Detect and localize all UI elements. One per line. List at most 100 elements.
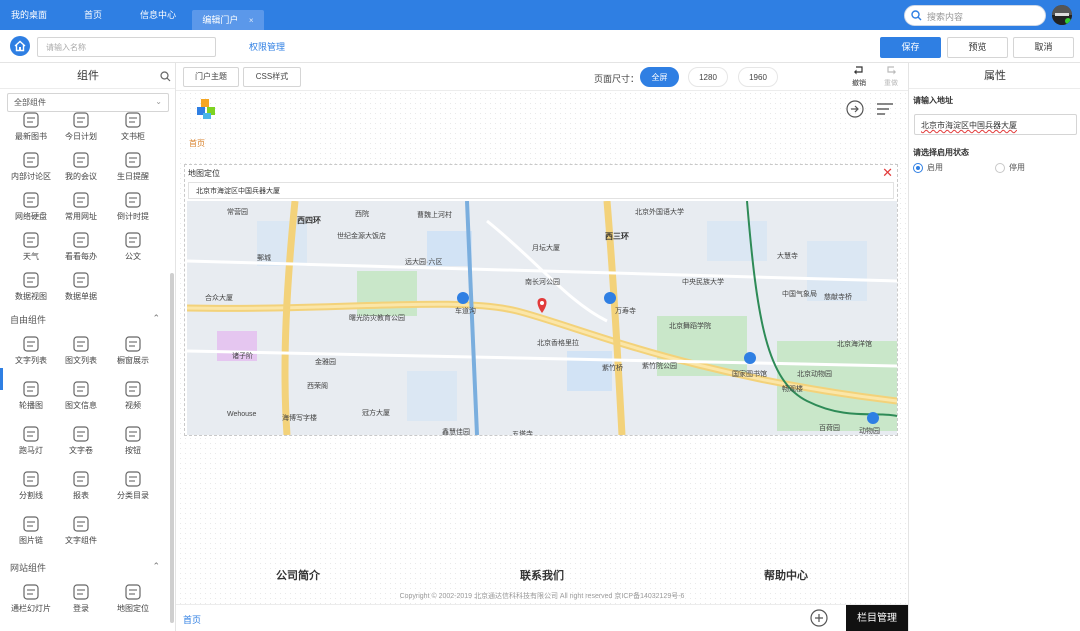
map-label: 中国气象局 bbox=[782, 291, 817, 298]
cancel-button[interactable]: 取消 bbox=[1013, 37, 1074, 58]
component-plan[interactable]: 今日计划 bbox=[58, 111, 104, 142]
save-button[interactable]: 保存 bbox=[880, 37, 941, 58]
component-video[interactable]: 视频 bbox=[110, 380, 156, 411]
left-panel-scrollbar[interactable] bbox=[170, 273, 174, 623]
component-book[interactable]: 最新图书 bbox=[8, 111, 54, 142]
tab-home[interactable]: 首页 bbox=[70, 0, 116, 30]
component-category-select[interactable]: 全部组件 ⌄ bbox=[7, 93, 169, 112]
footer-link-help[interactable]: 帮助中心 bbox=[764, 567, 808, 583]
footer-link-contact[interactable]: 联系我们 bbox=[520, 567, 564, 583]
undo-label: 撤销 bbox=[852, 80, 866, 87]
portal-name-input[interactable]: 请输入名称 bbox=[37, 37, 216, 57]
map-label: 万寿寺 bbox=[615, 308, 636, 315]
tab-edit-portal[interactable]: 编辑门户 × bbox=[192, 10, 264, 30]
component-grid[interactable]: 数据视图 bbox=[8, 271, 54, 302]
preview-button[interactable]: 预览 bbox=[947, 37, 1008, 58]
component-button[interactable]: 按钮 bbox=[110, 425, 156, 456]
tab-close-icon[interactable]: × bbox=[249, 16, 254, 25]
component-list[interactable]: 文字列表 bbox=[8, 335, 54, 366]
free-components-header[interactable]: 自由组件 ⌃ bbox=[10, 313, 160, 326]
component-label: 文字卷 bbox=[69, 446, 93, 455]
component-cake[interactable]: 生日提醒 bbox=[110, 151, 156, 182]
bottom-home-link[interactable]: 首页 bbox=[183, 613, 201, 626]
component-text[interactable]: 文字组件 bbox=[58, 515, 104, 546]
close-icon[interactable]: ✕ bbox=[882, 166, 893, 179]
component-meeting[interactable]: 我的会议 bbox=[58, 151, 104, 182]
map-label: 五塔寺 bbox=[512, 431, 533, 435]
permission-management-link[interactable]: 权限管理 bbox=[249, 40, 285, 53]
component-catalog[interactable]: 分类目录 bbox=[110, 470, 156, 501]
component-todo[interactable]: 看看每办 bbox=[58, 231, 104, 262]
redo-label: 重做 bbox=[884, 80, 898, 87]
disk-icon bbox=[8, 191, 54, 209]
component-form[interactable]: 数据单据 bbox=[58, 271, 104, 302]
component-hourglass[interactable]: 倒计时提 bbox=[110, 191, 156, 222]
map-location-module[interactable]: 地图定位 ✕ 北京市海淀区中国兵器大厦 西四环 西三环 常营园 西院 曹魏上河村… bbox=[184, 164, 898, 436]
component-picture[interactable]: 图片链 bbox=[8, 515, 54, 546]
component-shop[interactable]: 橱窗展示 bbox=[110, 335, 156, 366]
component-map-pin[interactable]: 地图定位 bbox=[110, 583, 156, 614]
site-components-header[interactable]: 网站组件 ⌃ bbox=[10, 561, 160, 574]
component-weather[interactable]: 天气 bbox=[8, 231, 54, 262]
address-input[interactable]: 北京市海淀区中国兵器大厦 bbox=[914, 114, 1077, 135]
component-label: 登录 bbox=[73, 604, 89, 613]
component-marquee[interactable]: 跑马灯 bbox=[8, 425, 54, 456]
component-cabinet[interactable]: 文书柜 bbox=[110, 111, 156, 142]
redo-button[interactable]: 重做 bbox=[880, 65, 902, 88]
component-chat[interactable]: 内部讨论区 bbox=[8, 151, 54, 182]
status-disable-radio[interactable]: 停用 bbox=[995, 162, 1025, 173]
size-1280-button[interactable]: 1280 bbox=[688, 67, 728, 87]
form-icon bbox=[58, 271, 104, 289]
tab-my-desktop[interactable]: 我的桌面 bbox=[0, 0, 58, 30]
size-1960-button[interactable]: 1960 bbox=[738, 67, 778, 87]
component-image-list[interactable]: 图文列表 bbox=[58, 335, 104, 366]
tab-info-center[interactable]: 信息中心 bbox=[128, 0, 188, 30]
column-management-button[interactable]: 栏目管理 bbox=[846, 605, 908, 631]
meeting-icon bbox=[58, 151, 104, 169]
component-document[interactable]: 公文 bbox=[110, 231, 156, 262]
components-panel-title: 组件 bbox=[0, 63, 175, 89]
map-label: 冠方大厦 bbox=[362, 410, 390, 417]
footer-link-company[interactable]: 公司简介 bbox=[276, 567, 320, 583]
component-slides[interactable]: 通栏幻灯片 bbox=[8, 583, 54, 614]
component-star[interactable]: 常用网址 bbox=[58, 191, 104, 222]
arrow-right-circle-icon[interactable] bbox=[846, 100, 864, 118]
home-button[interactable] bbox=[10, 36, 30, 56]
status-enable-radio[interactable]: 启用 bbox=[913, 162, 943, 173]
video-icon bbox=[110, 380, 156, 398]
undo-button[interactable]: 撤销 bbox=[848, 65, 870, 88]
component-login[interactable]: 登录 bbox=[58, 583, 104, 614]
map-view[interactable]: 西四环 西三环 常营园 西院 曹魏上河村 北京外国语大学 世纪金源大饭店 远大园·六区 月坛大厦… bbox=[187, 201, 897, 435]
menu-icon[interactable] bbox=[876, 101, 894, 117]
component-label: 文字列表 bbox=[15, 356, 47, 365]
component-label: 网络硬盘 bbox=[15, 212, 47, 221]
component-carousel[interactable]: 轮播图 bbox=[8, 380, 54, 411]
css-style-button[interactable]: CSS样式 bbox=[243, 67, 301, 87]
component-search-icon[interactable] bbox=[160, 71, 171, 82]
map-label: 鑫慧佳园 bbox=[442, 429, 470, 435]
component-label: 数据视图 bbox=[15, 292, 47, 301]
bottom-bar: 首页 栏目管理 bbox=[176, 604, 908, 631]
add-circle-icon[interactable] bbox=[810, 609, 828, 627]
search-input[interactable]: 搜索内容 bbox=[904, 5, 1046, 26]
editor-toolbar: 请输入名称 权限管理 保存 预览 取消 bbox=[0, 30, 1080, 63]
map-label: 北京动物园 bbox=[797, 371, 832, 378]
component-chart[interactable]: 报表 bbox=[58, 470, 104, 501]
component-image-text[interactable]: 图文信息 bbox=[58, 380, 104, 411]
avatar[interactable] bbox=[1052, 5, 1072, 25]
breadcrumb-home[interactable]: 首页 bbox=[189, 138, 205, 149]
map-label: 西院 bbox=[355, 211, 369, 218]
component-disk[interactable]: 网络硬盘 bbox=[8, 191, 54, 222]
component-text-scroll[interactable]: 文字卷 bbox=[58, 425, 104, 456]
component-divider[interactable]: 分割线 bbox=[8, 470, 54, 501]
size-fullscreen-button[interactable]: 全屏 bbox=[640, 67, 679, 87]
map-label: 常营园 bbox=[227, 209, 248, 216]
free-components-title: 自由组件 bbox=[10, 315, 47, 325]
map-labels: 西四环 西三环 常营园 西院 曹魏上河村 北京外国语大学 世纪金源大饭店 远大园·六区 月坛大厦… bbox=[187, 201, 897, 435]
map-label: 北京海洋馆 bbox=[837, 341, 872, 348]
component-label: 图文列表 bbox=[65, 356, 97, 365]
properties-panel-title: 属性 bbox=[909, 63, 1080, 89]
component-label: 内部讨论区 bbox=[11, 172, 51, 181]
map-label: 畅观楼 bbox=[782, 386, 803, 393]
portal-theme-button[interactable]: 门户主题 bbox=[183, 67, 239, 87]
